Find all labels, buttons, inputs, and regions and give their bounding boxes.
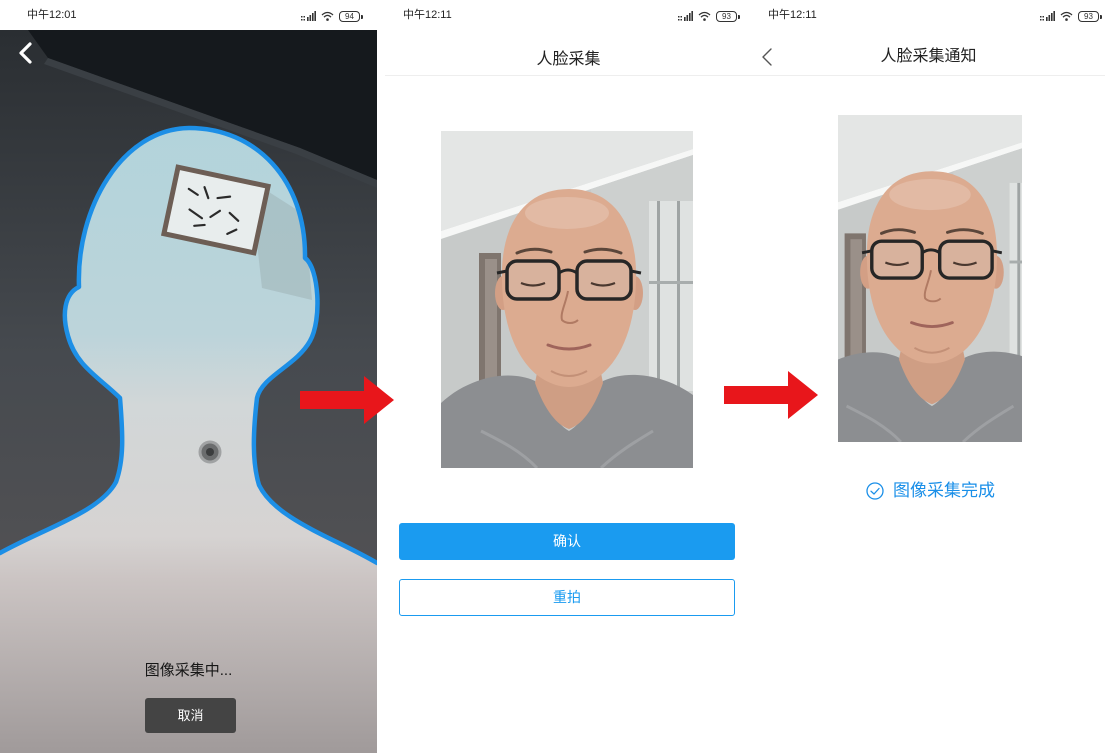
battery-icon: 94 — [339, 10, 363, 22]
status-time: 中午12:11 — [768, 9, 817, 21]
status-icons: 93 — [1040, 10, 1102, 22]
confirm-screen: 中午12:11 93 人脸采集 确认 重拍 — [385, 0, 752, 753]
back-button[interactable] — [17, 42, 35, 64]
collection-result: 图像采集完成 — [866, 481, 995, 501]
header-divider — [385, 75, 752, 76]
status-time: 中午12:11 — [403, 9, 452, 21]
status-time: 中午12:01 — [27, 9, 77, 21]
page-title: 人脸采集 — [536, 51, 601, 68]
battery-nub — [361, 14, 363, 19]
battery-level: 93 — [722, 11, 731, 21]
face-photo — [838, 115, 1022, 442]
check-circle-icon — [866, 482, 884, 500]
wifi-icon — [698, 11, 711, 21]
signal-icon — [678, 11, 693, 21]
confirm-button[interactable]: 确认 — [399, 523, 735, 560]
flow-arrow-2 — [724, 371, 818, 419]
status-icons: 94 — [301, 10, 363, 22]
battery-level: 93 — [1084, 11, 1093, 21]
battery-icon: 93 — [716, 10, 740, 22]
retake-button[interactable]: 重拍 — [399, 579, 735, 616]
arrow-right-icon — [300, 376, 394, 424]
collected-face-photo — [838, 115, 1022, 442]
ceiling-sensor-core — [206, 448, 214, 456]
arrow-right-icon — [724, 371, 818, 419]
wifi-icon — [1060, 11, 1073, 21]
signal-icon — [1040, 11, 1055, 21]
capture-status-text: 图像采集中... — [144, 662, 233, 679]
battery-nub — [738, 14, 740, 19]
status-bar: 中午12:01 94 — [0, 0, 377, 30]
face-photo — [441, 131, 693, 468]
battery-icon: 93 — [1078, 10, 1102, 22]
flow-composite: 中午12:01 94 图像采集中... 取消 中午12:11 93 人脸采集 确… — [0, 0, 1105, 753]
status-bar: 中午12:11 93 — [385, 0, 752, 30]
cancel-button[interactable]: 取消 — [145, 698, 236, 733]
battery-nub — [1100, 14, 1102, 19]
battery-level: 94 — [345, 11, 354, 21]
status-bar: 中午12:11 93 — [752, 0, 1105, 30]
flow-arrow-1 — [300, 376, 394, 424]
header-divider — [752, 75, 1105, 76]
wifi-icon — [321, 11, 334, 21]
page-title: 人脸采集通知 — [880, 48, 977, 65]
result-text: 图像采集完成 — [893, 481, 995, 500]
chevron-left-icon — [19, 42, 32, 64]
captured-face-photo — [441, 131, 693, 468]
signal-icon — [301, 11, 316, 21]
status-icons: 93 — [678, 10, 740, 22]
